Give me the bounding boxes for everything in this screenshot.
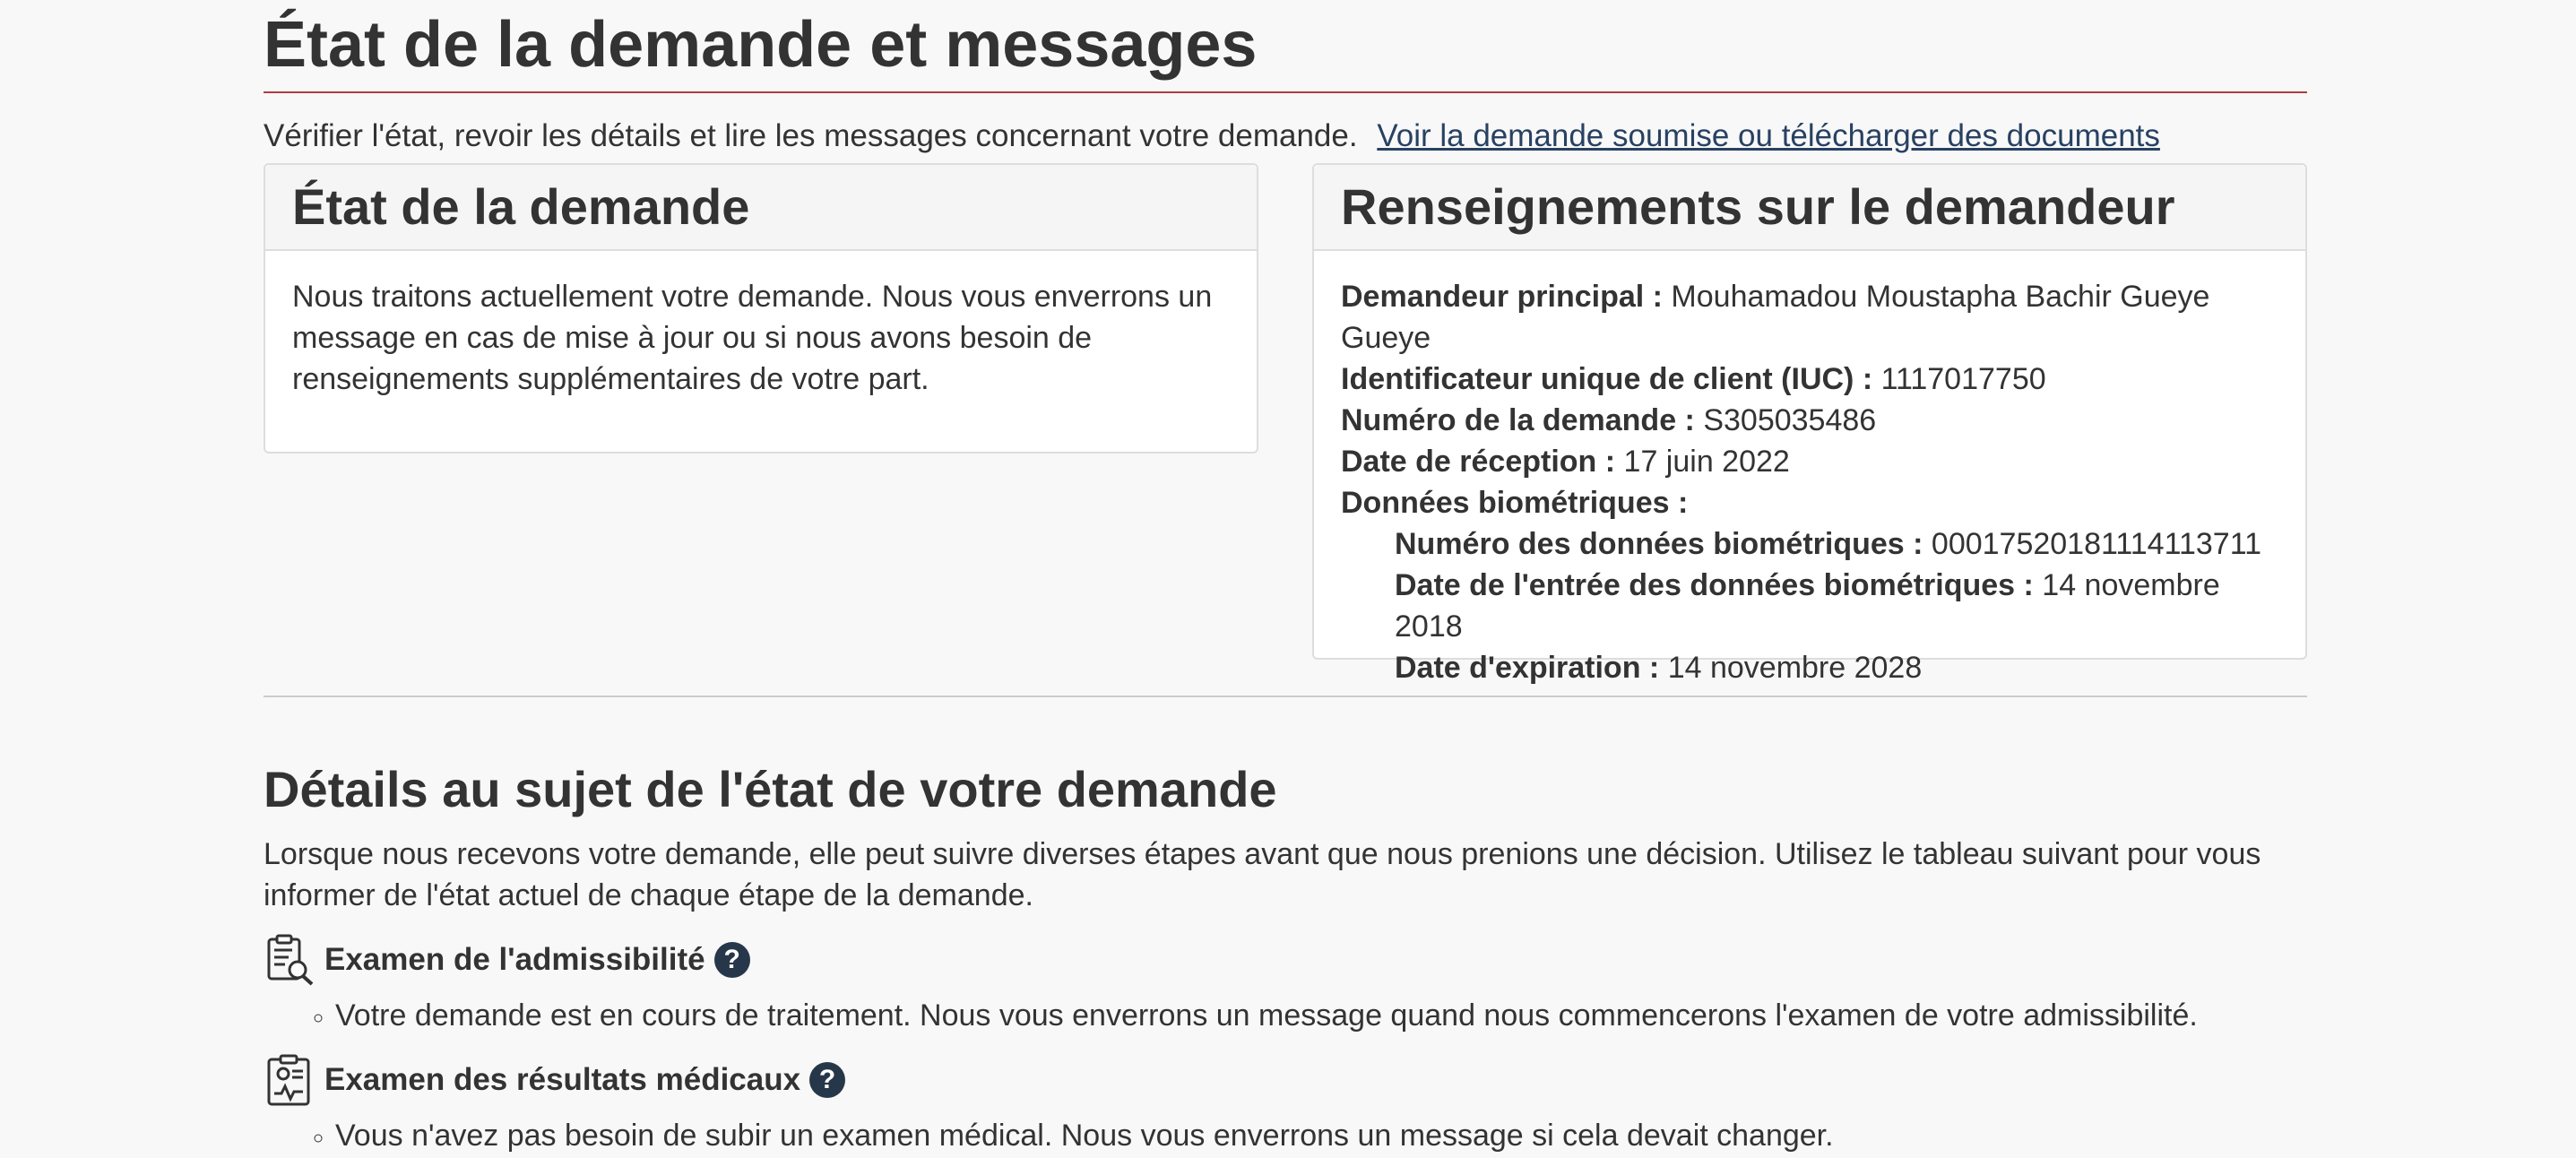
- status-panel-text: Nous traitons actuellement votre demande…: [292, 280, 1213, 396]
- details-text: Lorsque nous recevons votre demande, ell…: [264, 837, 2261, 912]
- step-medical-list: Vous n'avez pas besoin de subir un exame…: [264, 1115, 2307, 1156]
- applicant-panel-title: Renseignements sur le demandeur: [1341, 178, 2175, 235]
- applicant-panel-header: Renseignements sur le demandeur: [1314, 165, 2305, 251]
- help-icon[interactable]: ?: [809, 1062, 846, 1098]
- status-panel-header: État de la demande: [265, 165, 1257, 251]
- step-medical-status: Vous n'avez pas besoin de subir un exame…: [335, 1115, 2307, 1156]
- help-icon[interactable]: ?: [713, 942, 750, 978]
- main-content: État de la demande et messages Vérifier …: [264, 0, 2307, 1156]
- biometrics-date-label: Date de l'entrée des données biométrique…: [1395, 568, 2034, 602]
- uci-value: 1117017750: [1880, 362, 2046, 396]
- biometrics-label: Données biométriques :: [1341, 486, 1689, 520]
- application-number-value: S305035486: [1703, 403, 1877, 437]
- biometrics-number-label: Numéro des données biométriques :: [1395, 527, 1923, 561]
- page-title: État de la demande et messages: [264, 9, 1258, 81]
- title-divider: [264, 91, 2307, 93]
- received-date-row: Date de réception : 17 juin 2022: [1341, 441, 2278, 482]
- application-status-panel: État de la demande Nous traitons actuell…: [264, 163, 1258, 454]
- principal-applicant-label: Demandeur principal :: [1341, 280, 1663, 314]
- panels-row: État de la demande Nous traitons actuell…: [264, 163, 2307, 685]
- medical-report-icon: [267, 1054, 310, 1106]
- applicant-panel-body: Demandeur principal : Mouhamadou Moustap…: [1314, 251, 2305, 688]
- application-number-label: Numéro de la demande :: [1341, 403, 1695, 437]
- biometrics-number-value: 00017520181114113711: [1931, 527, 2261, 561]
- step-eligibility-list: Votre demande est en cours de traitement…: [264, 995, 2307, 1036]
- step-eligibility: Examen de l'admissibilité ? Votre demand…: [264, 932, 2307, 1036]
- view-application-link[interactable]: Voir la demande soumise ou télécharger d…: [1377, 118, 2160, 153]
- clipboard-search-icon: [267, 934, 314, 986]
- received-date-value: 17 juin 2022: [1623, 445, 1790, 479]
- expiry-date-value: 14 novembre 2028: [1667, 651, 1923, 685]
- applicant-info-panel: Renseignements sur le demandeur Demandeu…: [1312, 163, 2307, 685]
- principal-applicant-row: Demandeur principal : Mouhamadou Moustap…: [1341, 276, 2278, 359]
- received-date-label: Date de réception :: [1341, 445, 1616, 479]
- section-divider: [264, 696, 2307, 697]
- status-panel-title: État de la demande: [292, 178, 750, 235]
- step-eligibility-status: Votre demande est en cours de traitement…: [335, 995, 2307, 1036]
- biometrics-row: Données biométriques :: [1341, 482, 2278, 523]
- uci-row: Identificateur unique de client (IUC) : …: [1341, 359, 2278, 400]
- step-medical-header: Examen des résultats médicaux ?: [264, 1052, 2307, 1108]
- intro-text: Vérifier l'état, revoir les détails et l…: [264, 117, 2307, 156]
- intro-sentence: Vérifier l'état, revoir les détails et l…: [264, 118, 1358, 153]
- application-number-row: Numéro de la demande : S305035486: [1341, 400, 2278, 441]
- step-medical-title: Examen des résultats médicaux: [324, 1062, 801, 1097]
- step-medical: Examen des résultats médicaux ? Vous n'a…: [264, 1052, 2307, 1156]
- step-eligibility-title: Examen de l'admissibilité: [324, 942, 705, 977]
- status-panel-body: Nous traitons actuellement votre demande…: [265, 251, 1257, 400]
- step-eligibility-header: Examen de l'admissibilité ?: [264, 932, 2307, 988]
- uci-label: Identificateur unique de client (IUC) :: [1341, 362, 1873, 396]
- biometrics-date-row: Date de l'entrée des données biométrique…: [1341, 565, 2278, 647]
- expiry-date-label: Date d'expiration :: [1395, 651, 1660, 685]
- biometrics-number-row: Numéro des données biométriques : 000175…: [1341, 523, 2278, 565]
- details-title: Détails au sujet de l'état de votre dema…: [264, 761, 1277, 817]
- expiry-date-row: Date d'expiration : 14 novembre 2028: [1341, 647, 2278, 688]
